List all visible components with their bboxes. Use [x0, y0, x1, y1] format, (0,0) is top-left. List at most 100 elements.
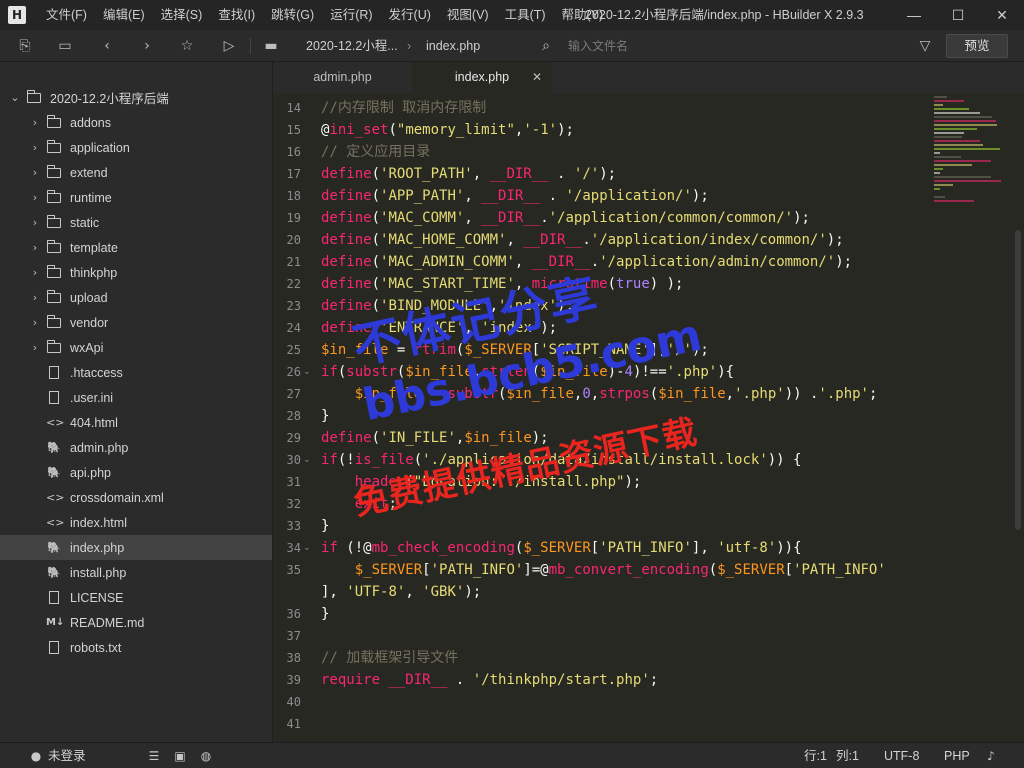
sidebar-folder-template[interactable]: › template [0, 235, 272, 260]
breadcrumb-file[interactable]: index.php [426, 30, 480, 62]
new-file-icon[interactable]: ⎘ [16, 37, 34, 55]
sidebar-folder-thinkphp[interactable]: › thinkphp [0, 260, 272, 285]
sidebar-folder-extend[interactable]: › extend [0, 160, 272, 185]
code-line[interactable]: 17 define('ROOT_PATH', __DIR__ . '/'); [273, 163, 933, 185]
code-line[interactable]: 33} [273, 515, 933, 537]
code-line[interactable]: 18 define('APP_PATH', __DIR__ . '/applica… [273, 185, 933, 207]
code-line[interactable]: 26 ⌄ if(substr($in_file,strlen($in_file)-4… [273, 361, 933, 383]
preview-button[interactable]: 预览 [946, 34, 1008, 58]
forward-icon[interactable]: › [138, 37, 156, 55]
language-mode[interactable]: PHP [944, 743, 970, 768]
sidebar-folder-static[interactable]: › static [0, 210, 272, 235]
sidebar-file-index-php[interactable]: 🐘 index.php [0, 535, 272, 560]
sidebar-file-robots-txt[interactable]: robots.txt [0, 635, 272, 660]
menu-goto[interactable]: 跳转(G) [263, 0, 322, 30]
code-line[interactable]: 34 ⌄ if (!@mb_check_encoding($_SERVER['PAT… [273, 537, 933, 559]
menu-run[interactable]: 运行(R) [322, 0, 380, 30]
code-line[interactable]: 41 [273, 713, 933, 735]
sidebar-folder-addons[interactable]: › addons [0, 110, 272, 135]
close-tab-icon[interactable]: ✕ [532, 62, 542, 93]
code-line[interactable]: 37 [273, 625, 933, 647]
bookmark-star-icon[interactable]: ☆ [178, 37, 196, 55]
code-line[interactable]: 32 exit; [273, 493, 933, 515]
code-line[interactable]: 40 [273, 691, 933, 713]
run-icon[interactable]: ▷ [220, 37, 238, 55]
code-text: require __DIR__ . '/thinkphp/start.php'; [321, 672, 659, 688]
code-line[interactable]: 19 define('MAC_COMM', __DIR__.'/applicati… [273, 207, 933, 229]
menu-tools[interactable]: 工具(T) [497, 0, 554, 30]
file-label: README.md [70, 615, 145, 630]
code-line[interactable]: 35 $_SERVER['PATH_INFO']=@mb_convert_enc… [273, 559, 933, 581]
tab-admin-php[interactable]: admin.php [273, 62, 412, 93]
sidebar-file-install-php[interactable]: 🐘 install.php [0, 560, 272, 585]
menu-edit[interactable]: 编辑(E) [95, 0, 153, 30]
notification-bell-icon[interactable]: ♪ [983, 748, 999, 764]
minimap[interactable] [934, 96, 1014, 236]
sidebar-file-api-php[interactable]: 🐘 api.php [0, 460, 272, 485]
code-line[interactable]: 31 header("Location: ./install.php"); [273, 471, 933, 493]
menu-publish[interactable]: 发行(U) [381, 0, 439, 30]
cursor-row[interactable]: 行:1 [804, 743, 827, 768]
sidebar-folder-runtime[interactable]: › runtime [0, 185, 272, 210]
code-line[interactable]: 23 define('BIND_MODULE','index'); [273, 295, 933, 317]
code-line[interactable]: 20 define('MAC_HOME_COMM', __DIR__.'/appl… [273, 229, 933, 251]
code-line[interactable]: 27 $in_file = substr($in_file,0,strpos($… [273, 383, 933, 405]
menu-file[interactable]: 文件(F) [38, 0, 95, 30]
sidebar-folder-upload[interactable]: › upload [0, 285, 272, 310]
menu-view[interactable]: 视图(V) [439, 0, 497, 30]
sidebar-folder-application[interactable]: › application [0, 135, 272, 160]
sidebar-file-404-html[interactable]: <> 404.html [0, 410, 272, 435]
file-search-input[interactable] [568, 39, 888, 53]
code-text: define('MAC_ADMIN_COMM', __DIR__.'/appli… [321, 254, 853, 270]
globe-icon[interactable]: ◍ [198, 748, 214, 764]
code-line[interactable]: 38 // 加载框架引导文件 [273, 647, 933, 669]
tab-index-php[interactable]: index.php ✕ [412, 62, 552, 93]
fold-chevron-icon[interactable]: ⌄ [303, 537, 313, 559]
line-number: 36 [286, 607, 301, 621]
login-status[interactable]: 未登录 [48, 743, 86, 768]
code-line[interactable]: 36} [273, 603, 933, 625]
sidebar-file-crossdomain-xml[interactable]: <> crossdomain.xml [0, 485, 272, 510]
menu-find[interactable]: 查找(I) [210, 0, 263, 30]
sidebar-file-index-html[interactable]: <> index.html [0, 510, 272, 535]
maximize-icon[interactable]: ☐ [936, 0, 980, 30]
code-line[interactable]: 21 define('MAC_ADMIN_COMM', __DIR__.'/app… [273, 251, 933, 273]
code-editor[interactable]: 14 //内存限制 取消内存限制 15 @ini_set("memory_limit"… [273, 93, 1024, 742]
code-line[interactable]: 24 define('ENTRANCE', 'index'); [273, 317, 933, 339]
menu-select[interactable]: 选择(S) [153, 0, 211, 30]
chevron-right-icon: › [32, 241, 38, 254]
chevron-down-icon: ⌄ [10, 91, 20, 104]
code-line[interactable]: ], 'UTF-8', 'GBK'); [273, 581, 933, 603]
code-line[interactable]: 14 //内存限制 取消内存限制 [273, 97, 933, 119]
code-line[interactable]: 15 @ini_set("memory_limit",'-1'); [273, 119, 933, 141]
code-line[interactable]: 30 ⌄ if(!is_file('./application/data/insta… [273, 449, 933, 471]
sidebar-folder-wxapi[interactable]: › wxApi [0, 335, 272, 360]
file-search-box[interactable]: ⌕ [538, 34, 938, 58]
code-line[interactable]: 29 define('IN_FILE',$in_file); [273, 427, 933, 449]
sidebar-file-admin-php[interactable]: 🐘 admin.php [0, 435, 272, 460]
close-icon[interactable]: ✕ [980, 0, 1024, 30]
code-line[interactable]: 39 require __DIR__ . '/thinkphp/start.php… [273, 669, 933, 691]
sidebar-file-license[interactable]: LICENSE [0, 585, 272, 610]
sidebar-folder-vendor[interactable]: › vendor [0, 310, 272, 335]
fold-chevron-icon[interactable]: ⌄ [303, 361, 313, 383]
console-icon[interactable]: ▣ [172, 748, 188, 764]
list-icon[interactable]: ☰ [146, 748, 162, 764]
save-icon[interactable]: ▭ [56, 37, 74, 55]
filter-icon[interactable]: ▽ [916, 37, 934, 55]
code-line[interactable]: 22 define('MAC_START_TIME', microtime(tru… [273, 273, 933, 295]
minimize-icon[interactable]: — [892, 0, 936, 30]
breadcrumb-project[interactable]: 2020-12.2小程... [306, 30, 398, 62]
sidebar-file-user-ini[interactable]: .user.ini [0, 385, 272, 410]
back-icon[interactable]: ‹ [98, 37, 116, 55]
fold-chevron-icon[interactable]: ⌄ [303, 449, 313, 471]
editor-scrollbar[interactable] [1015, 230, 1021, 530]
encoding[interactable]: UTF-8 [884, 743, 919, 768]
project-root[interactable]: ⌄ 2020-12.2小程序后端 [0, 85, 272, 110]
code-line[interactable]: 25 $in_file = rtrim($_SERVER['SCRIPT_NAME… [273, 339, 933, 361]
code-line[interactable]: 28} [273, 405, 933, 427]
cursor-col[interactable]: 列:1 [836, 743, 859, 768]
code-line[interactable]: 16 // 定义应用目录 [273, 141, 933, 163]
sidebar-file-htaccess[interactable]: .htaccess [0, 360, 272, 385]
sidebar-file-readme-md[interactable]: M↓ README.md [0, 610, 272, 635]
